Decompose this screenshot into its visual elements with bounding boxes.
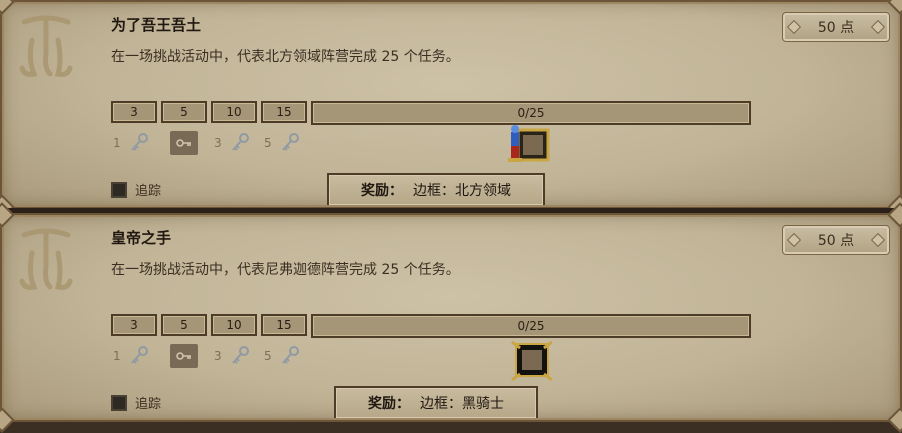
key-icon bbox=[131, 133, 148, 151]
track-label: 追踪 bbox=[135, 397, 162, 412]
progress-text: 0/25 bbox=[517, 319, 545, 333]
corner-ornament bbox=[0, 0, 15, 15]
tier-box: 10 bbox=[211, 314, 257, 336]
tier-box: 15 bbox=[261, 101, 307, 123]
track-checkbox[interactable] bbox=[111, 181, 127, 198]
key-slot-locked bbox=[170, 131, 198, 155]
key-count: 3 bbox=[214, 349, 222, 363]
reward-value: 边框：北方领域 bbox=[413, 183, 511, 199]
key-icon bbox=[232, 133, 249, 151]
key-icon bbox=[131, 346, 148, 364]
key-icon bbox=[282, 346, 299, 364]
key-count: 3 bbox=[214, 136, 222, 150]
points-value: 50 点 bbox=[817, 20, 855, 36]
tier-box: 5 bbox=[161, 101, 207, 123]
gem-icon bbox=[786, 19, 802, 35]
reward-panel: 奖励： 边框：黑骑士 bbox=[334, 386, 538, 418]
achievement-description: 在一场挑战活动中，代表尼弗迦德阵营完成 25 个任务。 bbox=[111, 262, 460, 278]
north-realm-frame-icon bbox=[508, 125, 550, 162]
corner-ornament bbox=[0, 407, 15, 433]
reward-panel: 奖励： 边框：北方领域 bbox=[327, 173, 545, 205]
tier-box: 15 bbox=[261, 314, 307, 336]
progress-bar: 0/25 bbox=[311, 314, 751, 338]
achievement-description: 在一场挑战活动中，代表北方领域阵营完成 25 个任务。 bbox=[111, 49, 460, 65]
track-toggle[interactable]: 追踪 bbox=[111, 393, 161, 412]
track-label: 追踪 bbox=[135, 184, 162, 199]
tier-box: 3 bbox=[111, 314, 157, 336]
gem-icon bbox=[786, 232, 802, 248]
achievement-title: 皇帝之手 bbox=[111, 229, 172, 247]
achievement-emblem-icon bbox=[19, 228, 73, 290]
key-icon bbox=[176, 352, 191, 360]
reward-value: 边框：黑骑士 bbox=[420, 396, 504, 412]
tier-box: 3 bbox=[111, 101, 157, 123]
track-checkbox[interactable] bbox=[111, 394, 127, 411]
achievement-card: 为了吾王吾土 在一场挑战活动中，代表北方领域阵营完成 25 个任务。 50 点 … bbox=[0, 0, 902, 220]
tier-box: 5 bbox=[161, 314, 207, 336]
gem-icon bbox=[870, 232, 886, 248]
achievement-title: 为了吾王吾土 bbox=[111, 16, 202, 34]
corner-ornament bbox=[887, 0, 902, 15]
progress-bar: 0/25 bbox=[311, 101, 751, 125]
gem-icon bbox=[870, 19, 886, 35]
key-icon bbox=[176, 139, 191, 147]
points-badge: 50 点 bbox=[782, 225, 890, 255]
key-count: 5 bbox=[264, 136, 272, 150]
track-toggle[interactable]: 追踪 bbox=[111, 180, 161, 199]
key-icon bbox=[232, 346, 249, 364]
progress-text: 0/25 bbox=[517, 106, 545, 120]
points-value: 50 点 bbox=[817, 233, 855, 249]
reward-label: 奖励： bbox=[368, 396, 410, 412]
key-count: 5 bbox=[264, 349, 272, 363]
achievement-card: 皇帝之手 在一场挑战活动中，代表尼弗迦德阵营完成 25 个任务。 50 点 3 … bbox=[0, 202, 902, 433]
corner-ornament bbox=[887, 407, 902, 433]
tier-box: 10 bbox=[211, 101, 257, 123]
achievement-emblem-icon bbox=[19, 15, 73, 77]
reward-label: 奖励： bbox=[361, 183, 403, 199]
key-icon bbox=[282, 133, 299, 151]
points-badge: 50 点 bbox=[782, 12, 890, 42]
key-count: 1 bbox=[113, 349, 121, 363]
black-knight-frame-icon bbox=[511, 340, 552, 382]
key-count: 1 bbox=[113, 136, 121, 150]
key-slot-locked bbox=[170, 344, 198, 368]
